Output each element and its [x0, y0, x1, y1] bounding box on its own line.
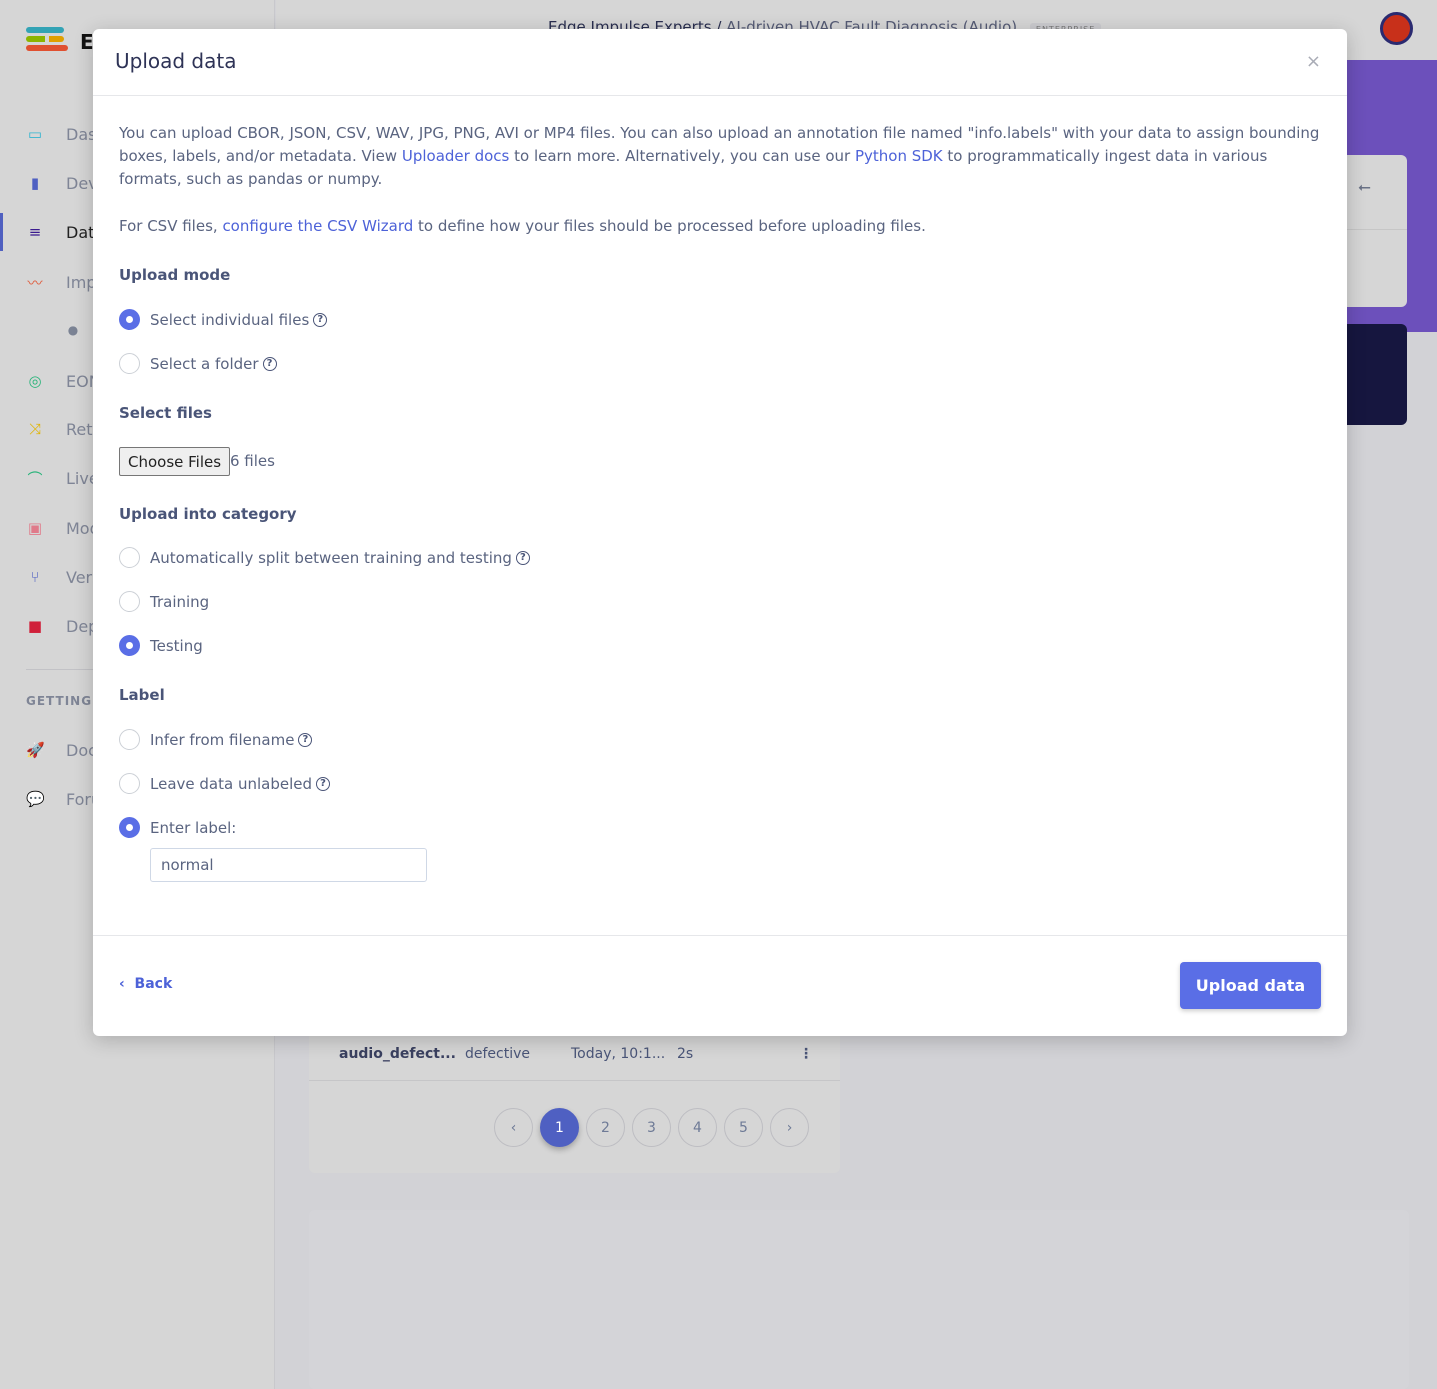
radio-label: Leave data unlabeled [150, 774, 312, 793]
back-label: Back [134, 976, 173, 992]
modal-intro: You can upload CBOR, JSON, CSV, WAV, JPG… [119, 122, 1324, 238]
chip-icon: ▮ [30, 174, 40, 192]
logo[interactable] [26, 27, 68, 54]
csv-text: For CSV files, [119, 217, 223, 235]
radio-enter-label[interactable]: Enter label: [119, 817, 236, 838]
csv-text: to define how your files should be proce… [413, 217, 926, 235]
radio-label: Select individual files [150, 310, 310, 329]
shuffle-icon: ⤨ [28, 420, 41, 438]
modal-title: Upload data [115, 49, 237, 73]
label-title: Label [119, 686, 165, 704]
avatar[interactable] [1380, 12, 1413, 45]
git-branch-icon: ⑂ [30, 568, 40, 586]
sample-length: 2s [677, 1046, 694, 1062]
choose-files-button[interactable]: Choose Files [119, 447, 231, 476]
radio-label: Training [150, 592, 210, 611]
upload-mode-title: Upload mode [119, 266, 231, 284]
logo-text: E [80, 30, 94, 54]
page-button[interactable]: 3 [632, 1108, 671, 1147]
radio-label: Enter label: [150, 818, 237, 837]
sample-label: defective [465, 1046, 531, 1062]
radio-label: Automatically split between training and… [150, 548, 512, 567]
help-icon[interactable]: ? [515, 550, 530, 565]
radio-training[interactable]: Training [119, 591, 209, 612]
python-sdk-link[interactable]: Python SDK [855, 147, 943, 165]
sample-name: audio_defect... [339, 1046, 456, 1062]
kebab-menu-icon[interactable]: ⋮ [799, 1046, 813, 1062]
pulse-icon: 〰 [27, 273, 43, 292]
csv-wizard-link[interactable]: configure the CSV Wizard [222, 217, 413, 235]
upload-data-modal: Upload data × You can upload CBOR, JSON,… [93, 29, 1347, 1036]
pagination: ‹ 1 2 3 4 5 › [494, 1108, 809, 1147]
clipboard-check-icon: ▣ [27, 519, 43, 537]
chat-icon: 💬 [26, 790, 45, 808]
database-icon: ≡ [28, 223, 42, 241]
help-icon[interactable]: ? [298, 732, 313, 747]
sidebar-item-label: Dat [66, 222, 95, 242]
intro-text: to learn more. Alternatively, you can us… [509, 147, 855, 165]
radio-leave-unlabeled[interactable]: Leave data unlabeled? [119, 773, 330, 794]
sidebar-item-label: Das [66, 124, 97, 144]
help-icon[interactable]: ? [313, 312, 328, 327]
category-title: Upload into category [119, 505, 297, 523]
radio-infer-from-filename[interactable]: Infer from filename? [119, 729, 313, 750]
compass-icon: ◎ [28, 372, 42, 390]
chevron-left-icon: ‹ [119, 976, 125, 992]
file-count: 6 files [230, 452, 275, 470]
next-page-button[interactable]: › [770, 1108, 809, 1147]
footer-divider [93, 935, 1347, 936]
bezier-icon: ⌒ [27, 469, 43, 488]
monitor-icon: ▭ [27, 125, 43, 143]
prev-page-button[interactable]: ‹ [494, 1108, 533, 1147]
select-files-title: Select files [119, 404, 212, 422]
page-button[interactable]: 4 [678, 1108, 717, 1147]
radio-label: Testing [150, 636, 203, 655]
cube-icon: ■ [27, 617, 43, 635]
page-button[interactable]: 2 [586, 1108, 625, 1147]
radio-testing[interactable]: Testing [119, 635, 203, 656]
label-input[interactable] [150, 848, 427, 882]
lower-card [309, 1210, 1409, 1389]
page-button[interactable]: 1 [540, 1108, 579, 1147]
help-icon[interactable]: ? [262, 356, 277, 371]
modal-header: Upload data × [93, 29, 1347, 96]
back-button[interactable]: ‹ Back [119, 976, 172, 992]
radio-auto-split[interactable]: Automatically split between training and… [119, 547, 530, 568]
uploader-docs-link[interactable]: Uploader docs [402, 147, 509, 165]
sample-added: Today, 10:1... [571, 1046, 666, 1062]
upload-data-button[interactable]: Upload data [1180, 962, 1321, 1009]
page-button[interactable]: 5 [724, 1108, 763, 1147]
close-icon[interactable]: × [1306, 51, 1321, 72]
radio-select-individual-files[interactable]: Select individual files? [119, 309, 328, 330]
radio-label: Select a folder [150, 354, 259, 373]
sidebar-item-label: Imp [66, 272, 97, 292]
radio-label: Infer from filename [150, 730, 295, 749]
usb-icon[interactable]: ⭠ [1358, 177, 1371, 197]
table-row[interactable]: audio_defect... defective Today, 10:1...… [309, 1040, 840, 1081]
help-icon[interactable]: ? [315, 776, 330, 791]
dot-icon: ● [67, 323, 79, 337]
radio-select-folder[interactable]: Select a folder? [119, 353, 277, 374]
rocket-icon: 🚀 [26, 741, 45, 759]
